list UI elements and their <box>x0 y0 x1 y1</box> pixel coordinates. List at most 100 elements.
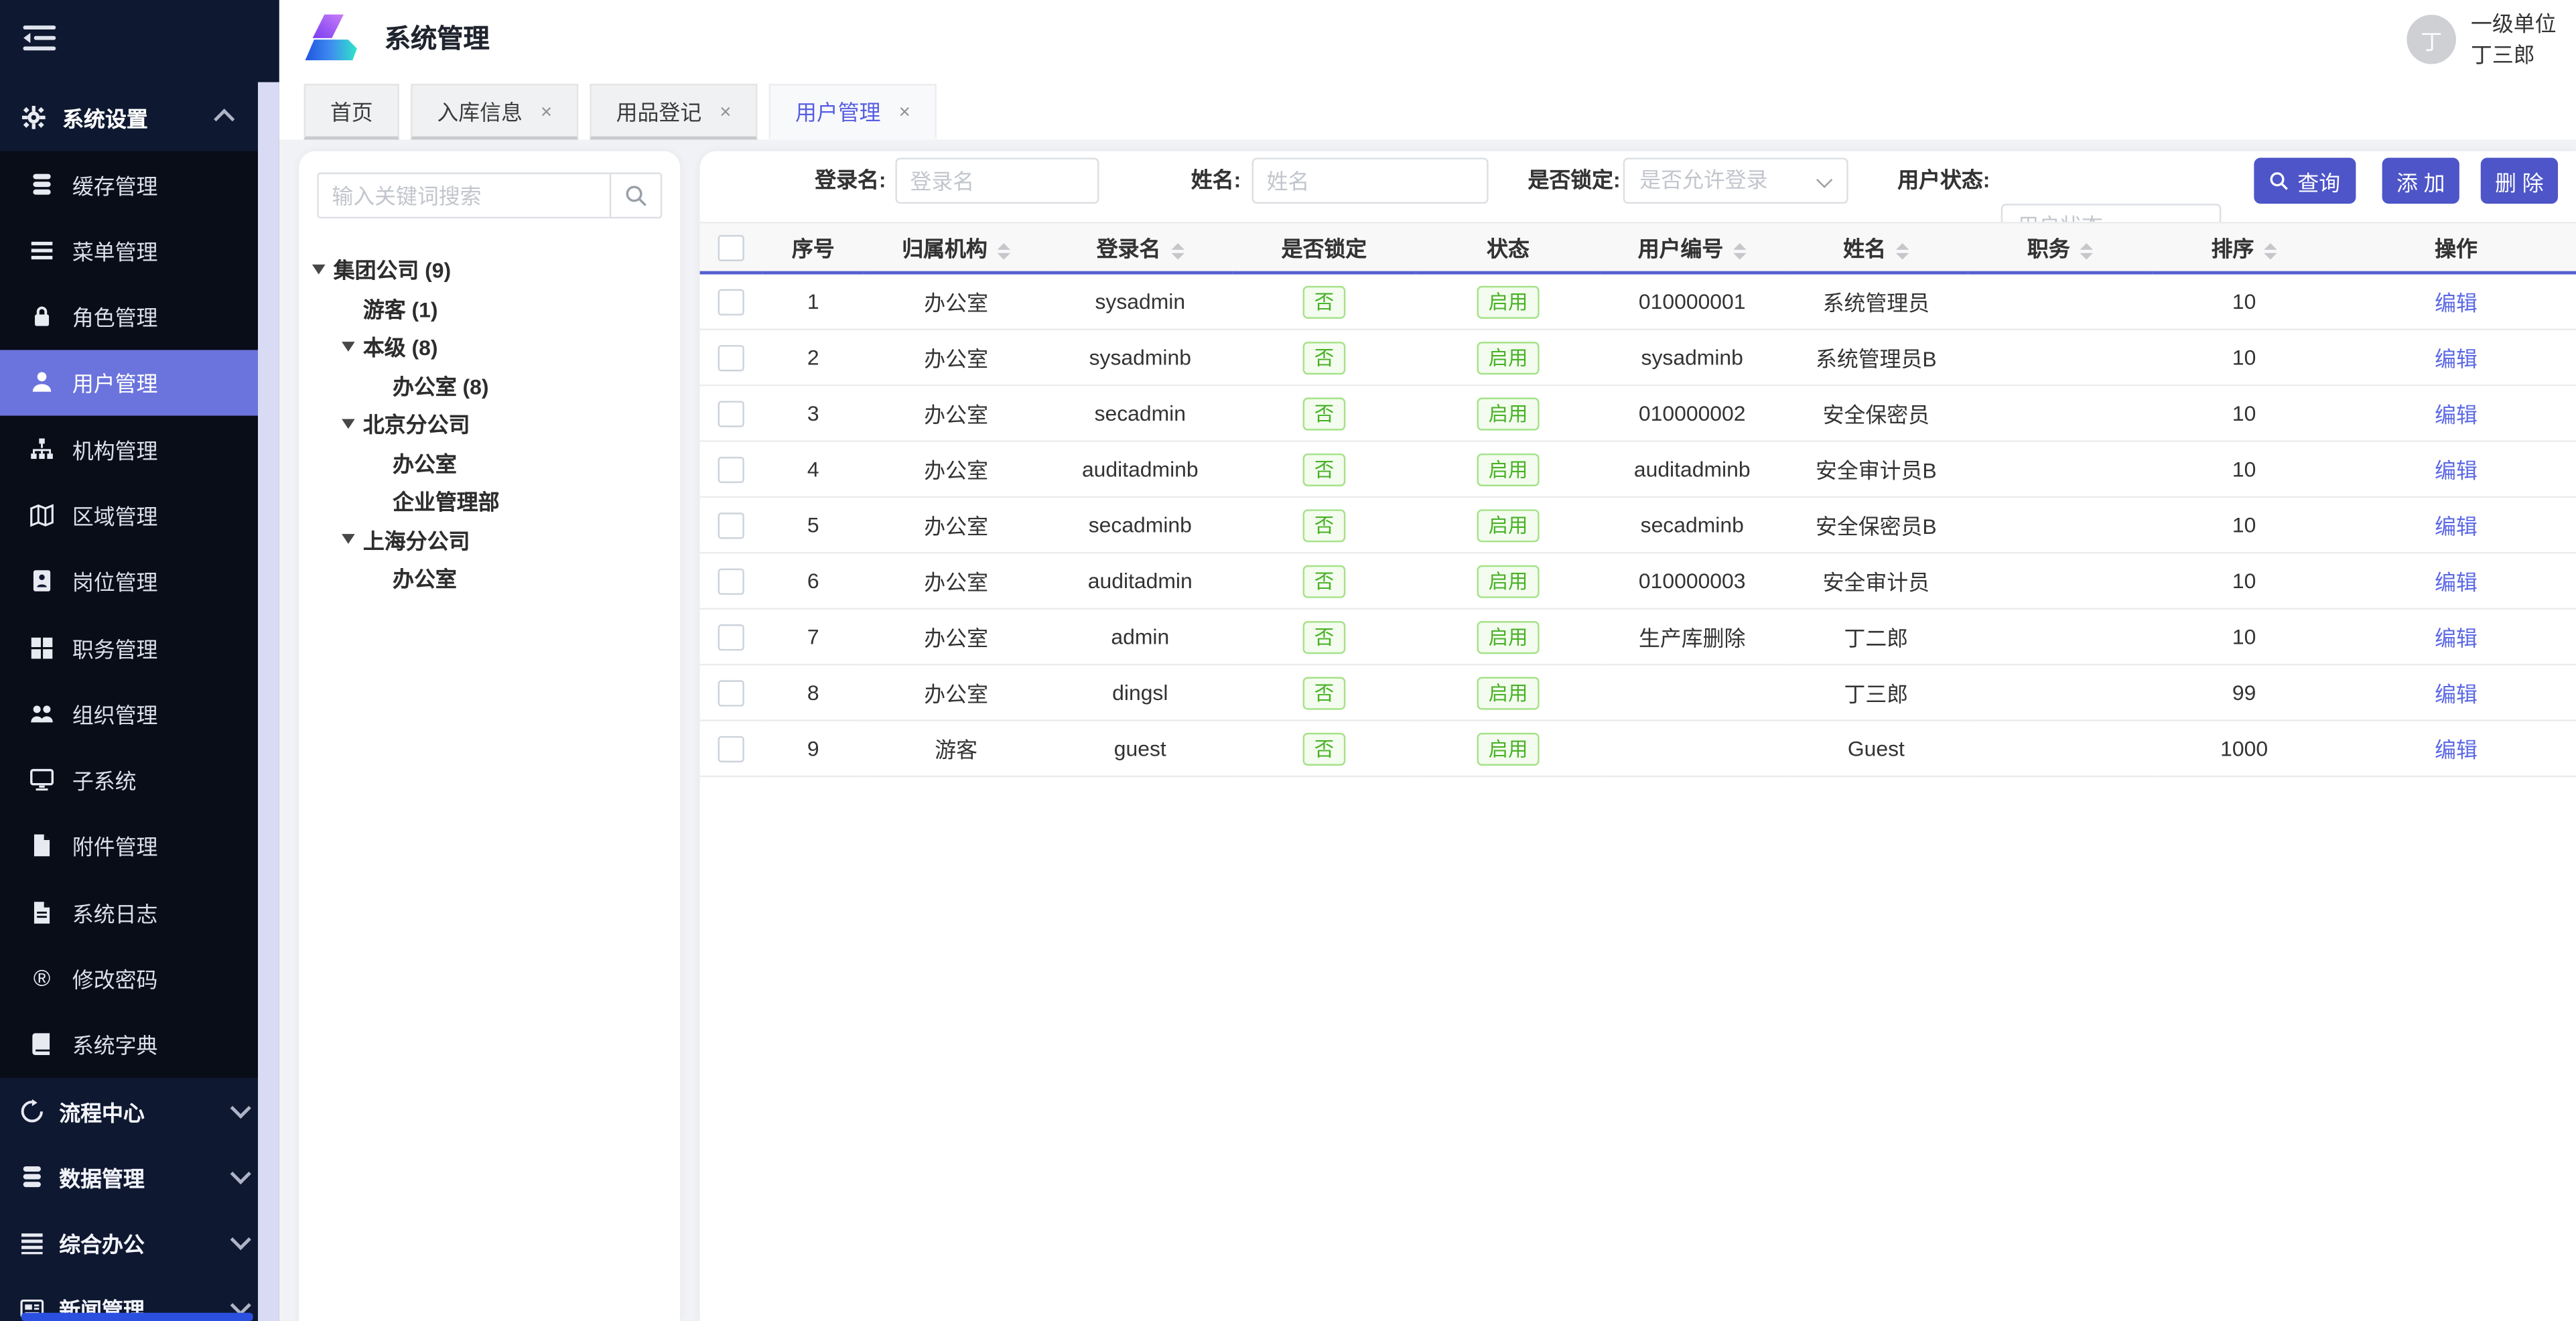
chevron-up-icon <box>214 109 234 129</box>
tree-node[interactable]: 游客 (1) <box>299 288 680 327</box>
row-checkbox[interactable] <box>718 680 744 706</box>
edit-link[interactable]: 编辑 <box>2435 347 2478 372</box>
tree-node[interactable]: 上海分公司 <box>299 520 680 559</box>
tab-inbound-info[interactable]: 入库信息 × <box>411 84 578 139</box>
close-icon[interactable]: × <box>720 99 731 122</box>
col-action: 操作 <box>2336 222 2576 273</box>
sort-icon[interactable] <box>2264 242 2277 259</box>
cell-user-no: auditadminb <box>1600 441 1784 497</box>
edit-link[interactable]: 编辑 <box>2435 626 2478 650</box>
login-input[interactable] <box>895 157 1099 204</box>
sidebar-item-post[interactable]: 岗位管理 <box>0 548 258 614</box>
cell-name: 丁二郎 <box>1784 609 1968 665</box>
tab-home[interactable]: 首页 <box>304 84 399 139</box>
tree-node[interactable]: 办公室 <box>299 559 680 598</box>
tree-node[interactable]: 办公室 (8) <box>299 366 680 405</box>
tree-node-label: 集团公司 (9) <box>334 253 451 285</box>
delete-button[interactable]: 删 除 <box>2481 157 2558 204</box>
row-checkbox[interactable] <box>718 568 744 594</box>
sort-icon[interactable] <box>1170 242 1184 259</box>
sidebar-item-org[interactable]: 机构管理 <box>0 416 258 482</box>
user-meta: 一级单位 丁三郎 <box>2471 8 2557 70</box>
lock-select[interactable]: 是否允许登录 <box>1623 157 1848 204</box>
table-row: 5 办公室 secadminb 否 启用 secadminb 安全保密员B 10… <box>700 497 2576 553</box>
sidebar-item-dictionary[interactable]: 系统字典 <box>0 1012 258 1078</box>
edit-link[interactable]: 编辑 <box>2435 570 2478 595</box>
locked-badge: 否 <box>1303 508 1346 541</box>
row-checkbox[interactable] <box>718 456 744 482</box>
cell-user-no: sysadminb <box>1600 330 1784 385</box>
page-title: 系统管理 <box>385 0 490 82</box>
cell-user-no: secadminb <box>1600 497 1784 553</box>
tree-node[interactable]: 北京分公司 <box>299 404 680 443</box>
tab-supplies-register[interactable]: 用品登记 × <box>590 84 757 139</box>
caret-down-icon[interactable] <box>342 342 355 352</box>
row-checkbox[interactable] <box>718 289 744 315</box>
sidebar-item-role[interactable]: 角色管理 <box>0 283 258 350</box>
org-name: 一级单位 <box>2471 8 2557 40</box>
sidebar-item-data-management[interactable]: 数据管理 <box>0 1143 258 1209</box>
sidebar-item-subsystem[interactable]: 子系统 <box>0 747 258 813</box>
row-checkbox[interactable] <box>718 401 744 427</box>
sidebar-item-menu[interactable]: 菜单管理 <box>0 217 258 283</box>
sort-icon[interactable] <box>1896 242 1909 259</box>
close-icon[interactable]: × <box>899 99 910 122</box>
close-icon[interactable]: × <box>541 99 552 122</box>
sort-icon[interactable] <box>2080 242 2093 259</box>
sidebar-item-process-center[interactable]: 流程中心 <box>0 1078 258 1143</box>
sidebar-item-office[interactable]: 综合办公 <box>0 1209 258 1275</box>
header-checkbox[interactable] <box>718 234 744 261</box>
database-icon <box>29 172 54 197</box>
sidebar-item-label: 机构管理 <box>72 433 158 465</box>
edit-link[interactable]: 编辑 <box>2435 682 2478 707</box>
sidebar-item-users[interactable]: 用户管理 <box>0 350 258 416</box>
table-row: 3 办公室 secadmin 否 启用 010000002 安全保密员 10 编… <box>700 385 2576 441</box>
avatar: 丁 <box>2406 15 2456 64</box>
sidebar-item-attachment[interactable]: 附件管理 <box>0 813 258 880</box>
sidebar-item-label: 附件管理 <box>72 831 158 862</box>
locked-badge: 否 <box>1303 676 1346 709</box>
sidebar-item-duty[interactable]: 职务管理 <box>0 614 258 681</box>
name-input[interactable] <box>1252 157 1489 204</box>
sidebar-vertical-scrollbar[interactable] <box>258 82 279 1321</box>
sidebar-item-cache[interactable]: 缓存管理 <box>0 151 258 218</box>
caret-down-icon[interactable] <box>312 264 326 274</box>
sidebar-horizontal-scrollbar-thumb[interactable] <box>21 1313 253 1321</box>
sidebar-group-system-settings[interactable]: 系统设置 <box>0 82 258 151</box>
tree-node[interactable]: 办公室 <box>299 443 680 482</box>
sidebar-item-syslog[interactable]: 系统日志 <box>0 879 258 945</box>
sidebar-item-region[interactable]: 区域管理 <box>0 482 258 549</box>
tab-user-management[interactable]: 用户管理 × <box>769 84 937 139</box>
cell-order: 10 <box>2152 609 2336 665</box>
add-button[interactable]: 添 加 <box>2382 157 2459 204</box>
user-icon <box>29 370 54 395</box>
grid-icon <box>29 635 54 660</box>
search-icon[interactable] <box>610 173 662 219</box>
tree-node[interactable]: 企业管理部 <box>299 482 680 520</box>
col-duty: 职务 <box>1968 222 2153 273</box>
tree-node[interactable]: 集团公司 (9) <box>299 250 680 289</box>
edit-link[interactable]: 编辑 <box>2435 458 2478 483</box>
search-input[interactable] <box>317 173 609 219</box>
caret-down-icon[interactable] <box>342 535 355 545</box>
edit-link[interactable]: 编辑 <box>2435 514 2478 539</box>
edit-link[interactable]: 编辑 <box>2435 738 2478 762</box>
cell-duty <box>1968 385 2153 441</box>
sort-icon[interactable] <box>1733 242 1747 259</box>
app-logo-icon <box>302 11 361 79</box>
edit-link[interactable]: 编辑 <box>2435 291 2478 316</box>
menu-fold-icon[interactable] <box>21 19 58 56</box>
row-checkbox[interactable] <box>718 345 744 371</box>
tree-node[interactable]: 本级 (8) <box>299 327 680 366</box>
sort-icon[interactable] <box>997 242 1010 259</box>
query-button[interactable]: 查询 <box>2254 157 2356 204</box>
row-checkbox[interactable] <box>718 512 744 539</box>
user-menu[interactable]: 丁 一级单位 丁三郎 <box>2406 8 2556 70</box>
sidebar-item-organization[interactable]: 组织管理 <box>0 681 258 747</box>
row-checkbox[interactable] <box>718 624 744 650</box>
row-checkbox[interactable] <box>718 736 744 762</box>
edit-link[interactable]: 编辑 <box>2435 403 2478 427</box>
cell-org: 游客 <box>864 721 1048 776</box>
sidebar-item-password[interactable]: ® 修改密码 <box>0 945 258 1012</box>
caret-down-icon[interactable] <box>342 419 355 429</box>
